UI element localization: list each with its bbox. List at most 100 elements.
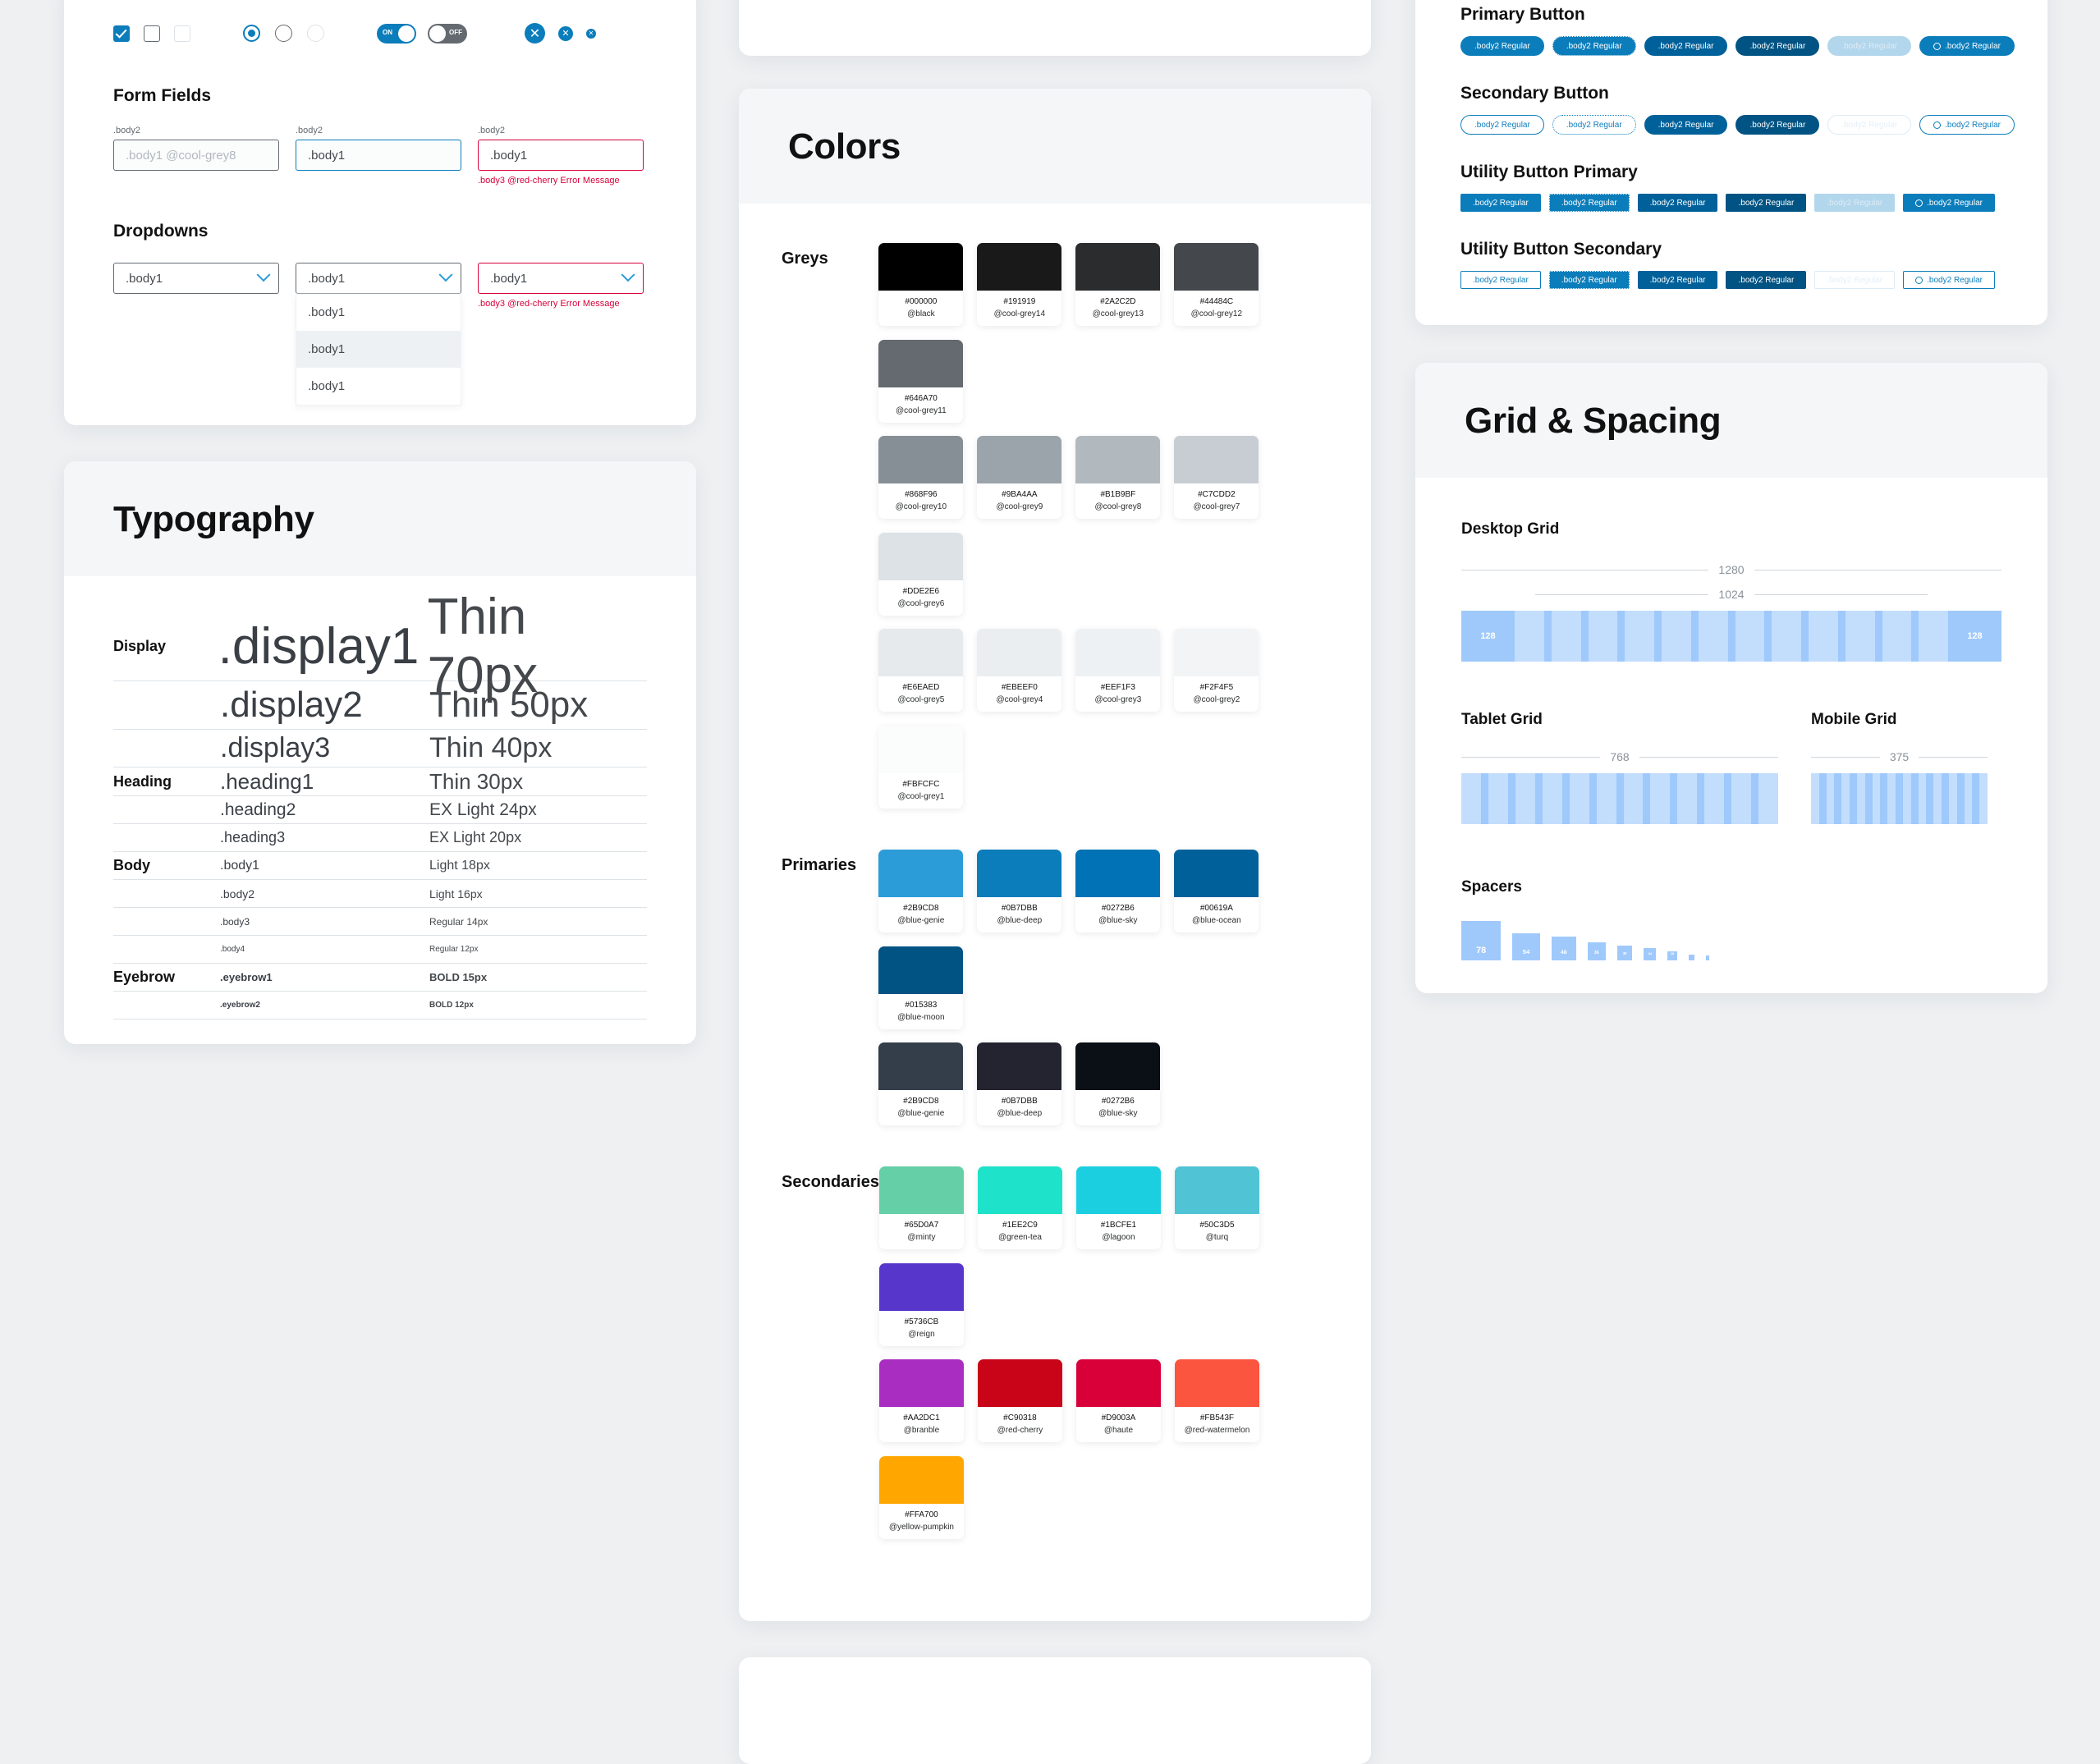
grid-header: Grid & Spacing (1415, 363, 2047, 478)
button-solid[interactable]: .body2 Regular (1460, 36, 1544, 56)
color-swatch[interactable]: #0272B6 @blue-sky (1075, 1042, 1161, 1125)
grid-spacing-card: Grid & Spacing Desktop Grid 1280 1024 12… (1415, 363, 2047, 994)
grid-gutter (1834, 773, 1842, 824)
color-swatch[interactable]: #0B7DBB @blue-deep (977, 850, 1062, 932)
grid-gutter (1617, 611, 1625, 662)
grid-column (1625, 611, 1654, 662)
grid-gutter (1534, 773, 1543, 824)
color-swatch[interactable]: #000000 @black (878, 243, 964, 326)
color-swatch[interactable]: #2B9CD8 @blue-genie (878, 850, 964, 932)
button-label: .body2 Regular (1658, 120, 1714, 130)
typography-row: Display .display1 Thin 70px (113, 589, 647, 703)
button-loading-outline[interactable]: .body2 Regular (1919, 115, 2015, 135)
color-swatch[interactable]: #FB543F @red-watermelon (1174, 1359, 1259, 1442)
color-swatch[interactable]: #646A70 @cool-grey11 (878, 340, 964, 423)
button-solid[interactable]: .body2 Regular (1460, 194, 1541, 212)
dropdown-error-control[interactable]: .body1 (478, 263, 644, 294)
color-chip (1075, 436, 1161, 483)
color-hex: #C90318 (1003, 1413, 1037, 1423)
color-swatch[interactable]: #9BA4AA @cool-grey9 (977, 436, 1062, 519)
checkbox-empty[interactable] (144, 25, 160, 42)
button-solid[interactable]: .body2 Regular (1644, 115, 1728, 135)
color-token: @cool-grey13 (1092, 309, 1144, 318)
button-solid[interactable]: .body2 Regular (1637, 271, 1718, 289)
button-solid[interactable]: .body2 Regular (1644, 36, 1728, 56)
dropdown-option[interactable]: .body1 (296, 331, 461, 368)
toggle-off[interactable]: OFF (428, 23, 467, 44)
button-solid[interactable]: .body2 Regular (1735, 115, 1820, 135)
typography-class-name: .heading3 (220, 829, 286, 846)
button-solid[interactable]: .body2 Regular (1637, 194, 1718, 212)
typography-group-label: Display (113, 637, 167, 654)
color-swatch[interactable]: #015383 @blue-moon (878, 946, 964, 1029)
color-hex: #191919 (1003, 297, 1036, 306)
color-swatch[interactable]: #44484C @cool-grey12 (1174, 243, 1259, 326)
color-swatch[interactable]: #C7CDD2 @cool-grey7 (1174, 436, 1259, 519)
radio-selected[interactable] (243, 25, 260, 42)
color-swatch[interactable]: #F2F4F5 @cool-grey2 (1174, 629, 1259, 712)
form-field-default-input[interactable]: .body1 @cool-grey8 (113, 140, 279, 171)
color-swatch[interactable]: #1BCFE1 @lagoon (1075, 1166, 1161, 1249)
color-swatch[interactable]: #FFA700 @yellow-pumpkin (878, 1456, 964, 1539)
color-swatch[interactable]: #B1B9BF @cool-grey8 (1075, 436, 1161, 519)
checkbox-checked[interactable] (113, 25, 130, 42)
form-field-focused-input[interactable]: .body1 (296, 140, 461, 171)
form-field-error-input[interactable]: .body1 (478, 140, 644, 171)
color-token: @minty (907, 1233, 936, 1242)
color-token: @cool-grey10 (895, 502, 947, 511)
color-swatch[interactable]: #0B7DBB @blue-deep (977, 1042, 1062, 1125)
dropdown-option[interactable]: .body1 (296, 368, 461, 405)
color-chip (977, 1166, 1062, 1214)
typography-title: Typography (113, 499, 314, 539)
button-solid[interactable]: .body2 Regular (1726, 194, 1807, 212)
color-swatch[interactable]: #1EE2C9 @green-tea (977, 1166, 1062, 1249)
button-focus[interactable]: .body2 Regular (1548, 194, 1630, 212)
close-icon-medium[interactable]: ✕ (558, 25, 573, 41)
toggle-on-label: ON (383, 28, 392, 36)
grid-column (1704, 773, 1725, 824)
color-swatch[interactable]: #DDE2E6 @cool-grey6 (878, 533, 964, 616)
color-swatch[interactable]: #2A2C2D @cool-grey13 (1075, 243, 1161, 326)
button-focus-outline[interactable]: .body2 Regular (1552, 115, 1636, 135)
color-swatch[interactable]: #EEF1F3 @cool-grey3 (1075, 629, 1161, 712)
dropdown-open-control[interactable]: .body1 (296, 263, 461, 294)
typography-spec: BOLD 15px (429, 971, 488, 984)
button-solid[interactable]: .body2 Regular (1735, 36, 1820, 56)
typography-spec: EX Light 20px (429, 829, 522, 846)
button-outline[interactable]: .body2 Regular (1460, 115, 1544, 135)
button-focus[interactable]: .body2 Regular (1552, 36, 1636, 56)
color-swatch[interactable]: #D9003A @haute (1075, 1359, 1161, 1442)
color-hex: #2A2C2D (1100, 297, 1136, 306)
color-swatch[interactable]: #EBEEF0 @cool-grey4 (977, 629, 1062, 712)
button-focus-outline[interactable]: .body2 Regular (1548, 271, 1630, 289)
close-icon-small[interactable]: ✕ (586, 28, 596, 39)
radio-unselected[interactable] (275, 25, 292, 42)
color-swatch[interactable]: #5736CB @reign (878, 1263, 964, 1346)
button-loading-outline[interactable]: .body2 Regular (1903, 271, 1995, 289)
color-swatch[interactable]: #50C3D5 @turq (1174, 1166, 1259, 1249)
color-swatch[interactable]: #2B9CD8 @blue-genie (878, 1042, 964, 1125)
button-solid[interactable]: .body2 Regular (1726, 271, 1807, 289)
color-swatch[interactable]: #FBFCFC @cool-grey1 (878, 726, 964, 809)
button-loading[interactable]: .body2 Regular (1919, 36, 2015, 56)
color-swatch[interactable]: #E6EAED @cool-grey5 (878, 629, 964, 712)
color-chip (878, 1042, 964, 1090)
close-icon-large[interactable]: ✕ (525, 23, 545, 44)
color-swatch[interactable]: #C90318 @red-cherry (977, 1359, 1062, 1442)
typography-class-name: .eyebrow1 (220, 971, 273, 984)
dropdown-default-control[interactable]: .body1 (113, 263, 279, 294)
color-swatch[interactable]: #868F96 @cool-grey10 (878, 436, 964, 519)
top-stub-card (739, 0, 1371, 56)
dropdown-option[interactable]: .body1 (296, 294, 461, 331)
color-swatch[interactable]: #65D0A7 @minty (878, 1166, 964, 1249)
color-swatch[interactable]: #0272B6 @blue-sky (1075, 850, 1161, 932)
color-section-label: Primaries (782, 856, 857, 874)
button-loading[interactable]: .body2 Regular (1903, 194, 1995, 212)
toggle-on[interactable]: ON (377, 23, 416, 44)
color-swatch[interactable]: #191919 @cool-grey14 (977, 243, 1062, 326)
typography-row: .body3 Regular 14px (113, 908, 647, 937)
color-swatch[interactable]: #AA2DC1 @branble (878, 1359, 964, 1442)
button-outline[interactable]: .body2 Regular (1460, 271, 1541, 289)
grid-column (1588, 611, 1618, 662)
color-swatch[interactable]: #00619A @blue-ocean (1174, 850, 1259, 932)
